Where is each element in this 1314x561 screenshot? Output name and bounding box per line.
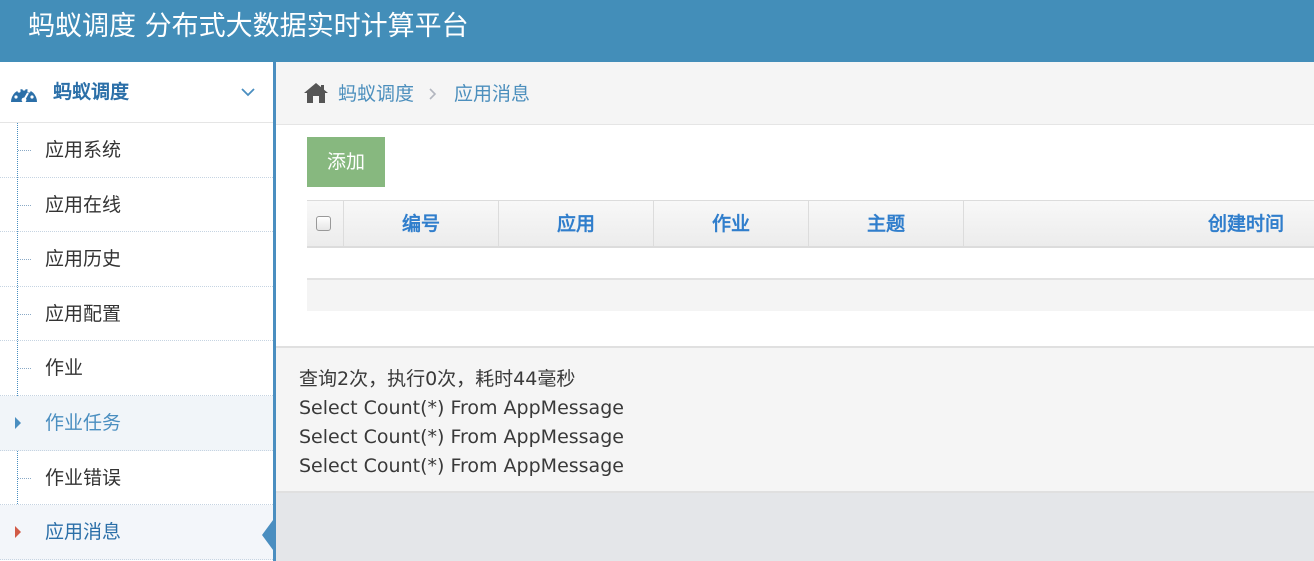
sidebar-item-label: 作业任务: [45, 411, 122, 434]
tree-connector: [18, 150, 31, 151]
stats-summary: 查询2次，执行0次，耗时44毫秒: [299, 368, 576, 390]
home-icon[interactable]: [303, 82, 329, 104]
select-all-cell: [307, 201, 343, 247]
sidebar-item-job-task[interactable]: 作业任务: [0, 395, 273, 451]
sidebar-item-label: 应用历史: [45, 248, 122, 271]
table-header: 编号 应用 作业 主题 创建时间: [307, 200, 1314, 248]
table-body: [307, 248, 1314, 280]
caret-right-icon: [15, 526, 21, 539]
main-content: 蚂蚁调度 应用消息 添加 编号 应用 作业 主题 创建时间 查询2次，执行0次，…: [276, 62, 1314, 561]
sidebar-item-label: 应用消息: [45, 521, 122, 544]
sidebar-item-app-online[interactable]: 应用在线: [0, 178, 273, 233]
select-all-checkbox[interactable]: [316, 216, 331, 231]
sidebar-group-title: 蚂蚁调度: [53, 81, 130, 103]
breadcrumb-current: 应用消息: [454, 83, 531, 105]
caret-right-icon: [15, 416, 21, 429]
sidebar-item-app-message[interactable]: 应用消息: [0, 505, 276, 560]
app-header: 蚂蚁调度 分布式大数据实时计算平台: [0, 0, 1314, 62]
sidebar-item-job-error[interactable]: 作业错误: [0, 451, 273, 506]
sql-log-line: Select Count(*) From AppMessage: [299, 426, 624, 448]
sidebar-item-app-system[interactable]: 应用系统: [0, 123, 273, 178]
sql-log-line: Select Count(*) From AppMessage: [299, 455, 624, 477]
sidebar-item-app-history[interactable]: 应用历史: [0, 232, 273, 287]
sql-log-line: Select Count(*) From AppMessage: [299, 397, 624, 419]
tree-connector: [18, 204, 31, 206]
column-header-app[interactable]: 应用: [498, 201, 653, 247]
messages-table: 编号 应用 作业 主题 创建时间: [307, 200, 1314, 311]
add-button[interactable]: 添加: [307, 137, 385, 187]
sidebar-menu: 应用系统应用在线应用历史应用配置作业作业任务作业错误应用消息: [0, 123, 276, 560]
column-header-topic[interactable]: 主题: [808, 201, 963, 247]
sidebar: 蚂蚁调度 应用系统应用在线应用历史应用配置作业作业任务作业错误应用消息: [0, 62, 276, 561]
tree-connector: [18, 368, 31, 370]
table-footer: [307, 280, 1314, 311]
breadcrumb: 蚂蚁调度 应用消息: [276, 62, 1314, 125]
column-header-job[interactable]: 作业: [653, 201, 808, 247]
chevron-down-icon[interactable]: [240, 86, 256, 98]
dashboard-gauge-icon: [11, 87, 37, 103]
sidebar-item-label: 应用在线: [45, 193, 122, 216]
sidebar-item-label: 作业错误: [45, 466, 122, 489]
sidebar-item-label: 应用系统: [45, 139, 122, 161]
tree-connector: [18, 477, 31, 479]
app-title[interactable]: 蚂蚁调度 分布式大数据实时计算平台: [28, 8, 469, 46]
sidebar-item-label: 作业: [45, 357, 84, 380]
sidebar-group-header[interactable]: 蚂蚁调度: [0, 62, 273, 123]
tree-connector: [18, 259, 31, 261]
sidebar-item-app-config[interactable]: 应用配置: [0, 287, 273, 342]
content-panel: 添加 编号 应用 作业 主题 创建时间: [276, 125, 1314, 346]
column-header-id[interactable]: 编号: [343, 201, 498, 247]
sidebar-item-job[interactable]: 作业: [0, 341, 273, 396]
active-indicator-icon: [262, 516, 276, 555]
sidebar-item-label: 应用配置: [45, 302, 122, 325]
column-header-created-time[interactable]: 创建时间: [963, 201, 1314, 247]
tree-connector: [18, 313, 31, 315]
query-stats: 查询2次，执行0次，耗时44毫秒 Select Count(*) From Ap…: [276, 346, 1314, 493]
breadcrumb-home-link[interactable]: 蚂蚁调度: [338, 80, 414, 108]
chevron-right-icon: [429, 88, 437, 100]
